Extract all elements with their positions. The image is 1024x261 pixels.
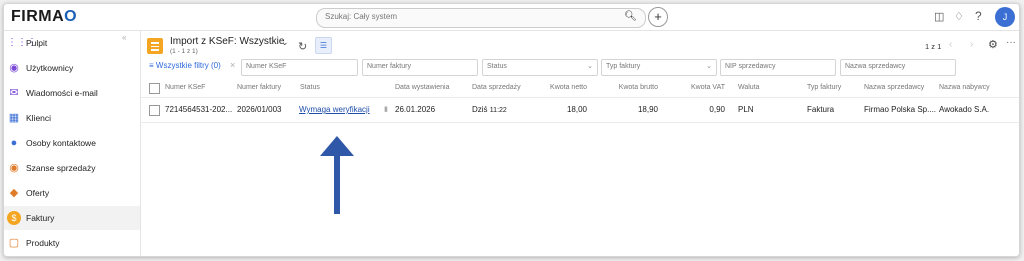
- user-avatar[interactable]: J: [995, 7, 1015, 27]
- sidebar-item-label: Wiadomości e-mail: [26, 88, 98, 98]
- sidebar-item-faktury[interactable]: $ Faktury: [4, 206, 140, 230]
- bell-icon[interactable]: ♢: [954, 10, 964, 23]
- chevron-down-icon[interactable]: ⌄: [281, 37, 289, 48]
- global-search-input[interactable]: Szukaj: Cały system 🔍︎: [316, 8, 646, 28]
- column-numer-faktury[interactable]: Numer faktury: [237, 84, 281, 91]
- building-icon: ▦: [8, 112, 20, 124]
- app-window: FIRMAO Szukaj: Cały system 🔍︎ + ◫ ♢ ? J …: [3, 3, 1020, 257]
- filter-placeholder: NIP sprzedawcy: [725, 63, 776, 70]
- prev-page-icon[interactable]: ‹: [949, 39, 952, 50]
- filter-placeholder: Nazwa sprzedawcy: [845, 63, 906, 70]
- cell-waluta: PLN: [738, 105, 754, 114]
- column-typ-faktury[interactable]: Typ faktury: [807, 84, 841, 91]
- column-waluta[interactable]: Waluta: [738, 84, 760, 91]
- sidebar: « ⋮⋮⋮ Pulpit ◉ Użytkownicy ✉ Wiadomości …: [4, 31, 141, 256]
- people-icon: ●: [10, 137, 18, 149]
- refresh-icon[interactable]: ↻: [298, 40, 307, 53]
- tag-icon: ◆: [9, 187, 19, 199]
- sidebar-item-klienci[interactable]: ▦ Klienci: [4, 106, 140, 130]
- filter-placeholder: Numer faktury: [367, 63, 411, 70]
- box-icon: ▢: [8, 237, 20, 249]
- sidebar-item-label: Faktury: [26, 213, 55, 223]
- search-icon[interactable]: 🔍︎: [624, 11, 637, 22]
- filter-bar: ≡ Wszystkie filtry (0) × Numer KSeF Nume…: [141, 59, 1019, 77]
- filter-typ-faktury-select[interactable]: Typ faktury ⌄: [601, 59, 717, 76]
- cell-kwota-netto: 18,00: [566, 105, 587, 114]
- column-kwota-brutto[interactable]: Kwota brutto: [606, 84, 658, 91]
- cell-nazwa-sprzedawcy: Firmao Polska Sp....: [864, 105, 937, 114]
- column-nazwa-nabywcy[interactable]: Nazwa nabywcy: [939, 84, 990, 91]
- filter-placeholder: Numer KSeF: [246, 63, 287, 70]
- filter-status-select[interactable]: Status ⌄: [482, 59, 598, 76]
- pagination-info: 1 z 1: [925, 42, 942, 51]
- more-options-icon[interactable]: ···: [1006, 37, 1016, 48]
- page-title[interactable]: Import z KSeF: Wszystkie: [170, 36, 284, 47]
- sidebar-item-label: Produkty: [26, 238, 60, 248]
- column-kwota-netto[interactable]: Kwota netto: [537, 84, 587, 91]
- cell-kwota-brutto: 18,90: [637, 105, 658, 114]
- cell-kwota-vat: 0,90: [709, 105, 725, 114]
- firmao-logo[interactable]: FIRMAO: [11, 8, 77, 26]
- filter-numer-faktury[interactable]: Numer faktury: [362, 59, 478, 76]
- record-count: (1 - 1 z 1): [170, 48, 198, 55]
- user-circle-icon: ◉: [9, 62, 19, 74]
- search-placeholder: Szukaj: Cały system: [325, 12, 398, 21]
- filter-numer-ksef[interactable]: Numer KSeF: [241, 59, 358, 76]
- sidebar-item-szanse[interactable]: ◉ Szanse sprzedaży: [4, 156, 140, 180]
- column-data-sprzedazy[interactable]: Data sprzedaży: [472, 84, 521, 91]
- filter-placeholder: Typ faktury: [606, 63, 641, 70]
- cell-data-sprzedazy: Dziś 11:22: [472, 105, 507, 114]
- chat-icon[interactable]: ◫: [934, 10, 944, 23]
- cell-numer-faktury: 2026/01/003: [237, 105, 282, 114]
- cell-data-wystawienia: 26.01.2026: [395, 105, 436, 114]
- status-link[interactable]: Wymaga weryfikacji: [299, 105, 370, 114]
- sidebar-item-pulpit[interactable]: ⋮⋮⋮ Pulpit: [4, 31, 140, 55]
- envelope-icon: ✉: [9, 87, 19, 99]
- sidebar-item-wiadomosci[interactable]: ✉ Wiadomości e-mail: [4, 81, 140, 105]
- sidebar-item-uzytkownicy[interactable]: ◉ Użytkownicy: [4, 56, 140, 80]
- filter-nip-sprzedawcy[interactable]: NIP sprzedawcy: [720, 59, 836, 76]
- help-icon[interactable]: ?: [975, 9, 982, 23]
- cell-typ-faktury: Faktura: [807, 105, 835, 114]
- lock-icon: ▮: [384, 106, 388, 113]
- sidebar-item-label: Szanse sprzedaży: [26, 163, 96, 173]
- sidebar-item-oferty[interactable]: ◆ Oferty: [4, 181, 140, 205]
- grid-icon: ⋮⋮⋮: [7, 37, 37, 48]
- column-kwota-vat[interactable]: Kwota VAT: [677, 84, 725, 91]
- sidebar-item-label: Klienci: [26, 113, 52, 123]
- sidebar-item-label: Oferty: [26, 188, 50, 198]
- table-row[interactable]: 7214564531-202... 2026/01/003 Wymaga wer…: [141, 98, 1019, 123]
- clear-filters-icon[interactable]: ×: [230, 60, 235, 70]
- filter-nazwa-sprzedawcy[interactable]: Nazwa sprzedawcy: [840, 59, 956, 76]
- top-bar: FIRMAO Szukaj: Cały system 🔍︎ + ◫ ♢ ? J: [4, 4, 1019, 31]
- money-bag-icon: ◉: [9, 162, 19, 174]
- cell-nazwa-nabywcy: Awokado S.A.: [939, 105, 990, 114]
- add-new-button[interactable]: +: [648, 7, 668, 27]
- sidebar-item-label: Osoby kontaktowe: [26, 138, 96, 148]
- filter-placeholder: Status: [487, 63, 507, 70]
- cell-numer-ksef: 7214564531-202...: [165, 105, 233, 114]
- list-view-icon: [147, 38, 163, 54]
- next-page-icon[interactable]: ›: [970, 39, 973, 50]
- list-layout-icon[interactable]: ☰: [315, 37, 332, 54]
- sidebar-item-produkty[interactable]: ▢ Produkty: [4, 231, 140, 255]
- all-filters-button[interactable]: ≡ Wszystkie filtry (0): [149, 61, 221, 70]
- gear-icon[interactable]: ⚙: [988, 38, 998, 51]
- main-content: Import z KSeF: Wszystkie (1 - 1 z 1) ⌄ ↻…: [141, 31, 1019, 256]
- table-header: Numer KSeF Numer faktury Status Data wys…: [141, 79, 1019, 98]
- chevron-down-icon: ⌄: [706, 63, 712, 70]
- sidebar-item-label: Pulpit: [26, 38, 48, 48]
- sidebar-item-osoby[interactable]: ● Osoby kontaktowe: [4, 131, 140, 155]
- select-all-checkbox[interactable]: [149, 83, 160, 94]
- chevron-down-icon: ⌄: [587, 63, 593, 70]
- column-data-wystawienia[interactable]: Data wystawienia: [395, 84, 449, 91]
- column-status[interactable]: Status: [300, 84, 320, 91]
- column-numer-ksef[interactable]: Numer KSeF: [165, 84, 205, 91]
- dollar-icon: $: [7, 211, 21, 225]
- annotation-arrow-icon: [320, 136, 354, 214]
- row-checkbox[interactable]: [149, 105, 160, 116]
- sidebar-item-label: Użytkownicy: [26, 63, 74, 73]
- column-nazwa-sprzedawcy[interactable]: Nazwa sprzedawcy: [864, 84, 924, 91]
